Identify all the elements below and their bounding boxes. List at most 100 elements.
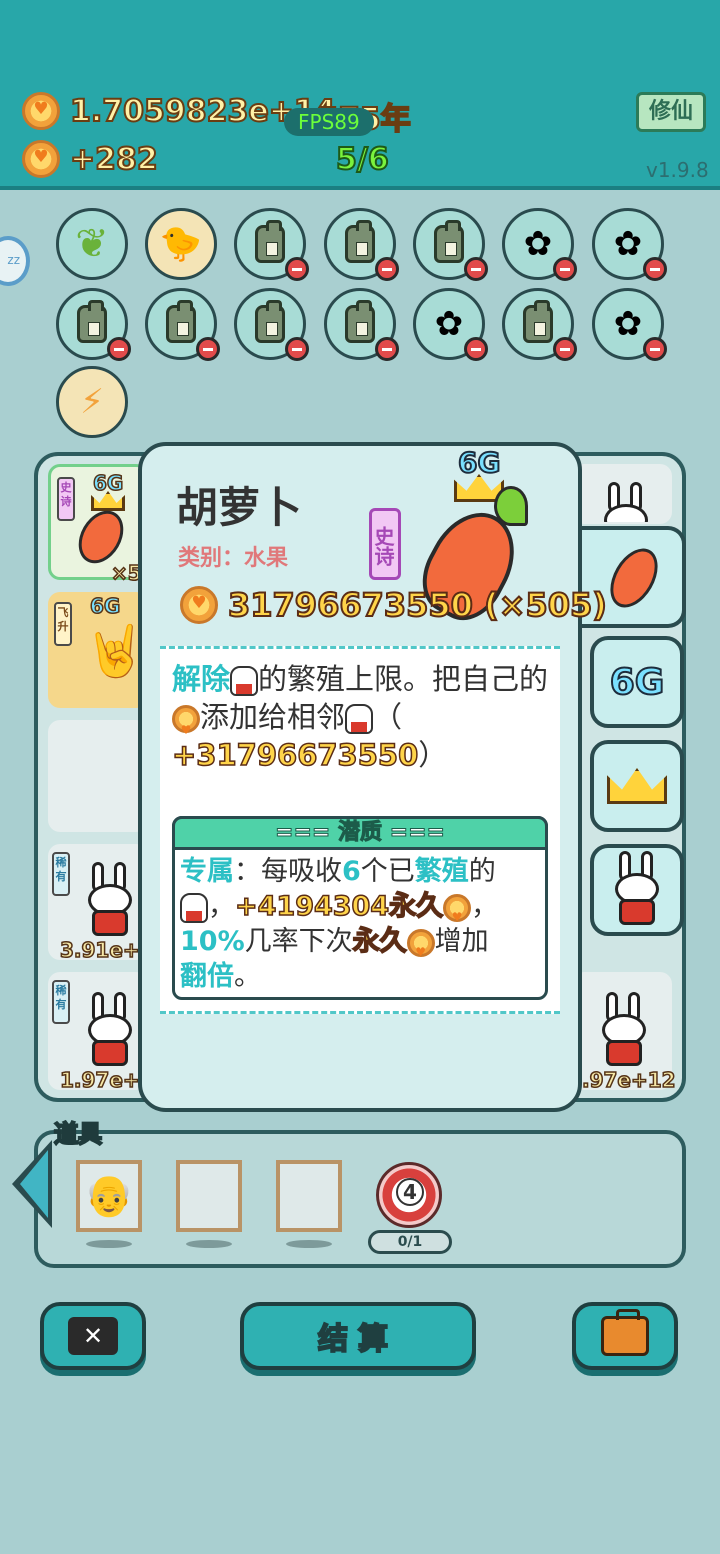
item-leaf[interactable]: ❦ <box>56 208 128 280</box>
crown-icon <box>607 768 667 804</box>
coin-icon <box>22 92 60 130</box>
desc-text: 的繁殖上限。把自己的 <box>258 662 549 696</box>
item-seed-bag[interactable] <box>56 288 131 361</box>
pot-text: ， <box>208 891 235 922</box>
rare-tag: 稀有 <box>52 852 70 896</box>
remove-icon[interactable] <box>643 337 667 361</box>
board-card-rabbit[interactable]: 稀有 1.97e+ <box>48 972 148 1093</box>
item-value: 31796673550 (×505) <box>227 585 608 625</box>
remove-icon[interactable] <box>464 257 488 281</box>
board-card-ascend[interactable]: 飞升 6G 🤘 <box>48 592 148 708</box>
potential-title: === 潜质 === <box>172 816 548 850</box>
board-card-rabbit[interactable]: 稀有 3.91e+ <box>48 844 148 963</box>
desc-value: +31796673550 <box>171 737 419 773</box>
remove-icon[interactable] <box>285 257 309 281</box>
potential-text: 专属：每吸收6个已繁殖的 ，+4194304永久， 10%几率下次永久增加 翻倍… <box>180 854 542 994</box>
remove-icon[interactable] <box>107 337 131 361</box>
pot-text: 的 <box>468 856 496 887</box>
target-number: 4 <box>396 1178 424 1206</box>
coin-icon <box>172 705 200 749</box>
items-label: 道具 <box>53 1119 103 1149</box>
hand-icon: 🤘 <box>84 622 147 680</box>
seed-bag-icon <box>523 300 553 343</box>
item-slot-empty[interactable] <box>176 1160 242 1232</box>
settle-button[interactable]: 结算 <box>240 1302 476 1370</box>
sleep-bubble[interactable]: zz <box>0 236 30 286</box>
item-slot-empty[interactable] <box>276 1160 342 1232</box>
board-card-right[interactable] <box>572 464 672 524</box>
desc-text: ） <box>418 738 448 772</box>
side-tab-crown[interactable] <box>590 740 684 832</box>
item-lightning[interactable]: ⚡ <box>56 366 128 438</box>
close-button[interactable]: ✕ <box>40 1302 146 1370</box>
item-flower-pot[interactable]: ✿ <box>502 208 577 281</box>
pot-text: 。 <box>234 961 261 992</box>
item-seed-bag[interactable] <box>502 288 577 361</box>
cultivation-button[interactable]: 修仙 <box>636 92 706 132</box>
board-card-empty[interactable] <box>48 720 148 832</box>
rabbit-value: .97e+12 <box>581 1067 676 1093</box>
item-seed-bag[interactable] <box>324 288 399 361</box>
remove-icon[interactable] <box>553 337 577 361</box>
rabbit-icon <box>80 992 140 1070</box>
item-seed-bag[interactable] <box>413 208 488 281</box>
item-title: 胡萝卜 <box>176 483 303 532</box>
old-man-icon: 👴 <box>84 1173 134 1219</box>
coins-rate: +282 <box>69 141 159 178</box>
remove-icon[interactable] <box>553 257 577 281</box>
side-tab-rabbit[interactable] <box>590 844 684 936</box>
item-flower-pot[interactable]: ✿ <box>592 288 667 361</box>
board-card-right-rabbit[interactable]: .97e+12 <box>572 972 676 1093</box>
flower-icon: ✿ <box>434 304 464 344</box>
pot-highlight: 10% <box>180 926 245 957</box>
rarity-tag: 史诗 <box>57 477 75 521</box>
coin-icon <box>22 140 60 178</box>
pot-text: ， <box>471 891 499 922</box>
remove-icon[interactable] <box>285 337 309 361</box>
item-seed-bag[interactable] <box>234 208 309 281</box>
rabbit-icon <box>345 704 374 734</box>
leaf-icon: ❦ <box>75 221 109 267</box>
flower-icon: ✿ <box>613 224 643 264</box>
pot-text: 个已 <box>360 856 415 887</box>
seed-bag-icon <box>345 220 375 263</box>
item-flower-pot[interactable]: ✿ <box>413 288 488 361</box>
side-tab-6g[interactable]: 6G <box>590 636 684 728</box>
remove-icon[interactable] <box>375 337 399 361</box>
rarity-badge: 史诗 <box>369 508 401 580</box>
remove-icon[interactable] <box>196 337 220 361</box>
item-flower-pot[interactable]: ✿ <box>592 208 667 281</box>
briefcase-icon <box>601 1309 649 1356</box>
item-chick[interactable]: 🐤 <box>145 208 217 280</box>
desc-text: （ <box>373 700 403 734</box>
version-label: v1.9.8 <box>646 158 709 182</box>
coin-icon <box>406 928 435 970</box>
bag-button[interactable] <box>572 1302 678 1370</box>
item-value-row: 31796673550 (×505) <box>180 585 608 625</box>
rabbit-value: 1.97e+ <box>59 1067 140 1093</box>
rabbit-icon <box>180 892 208 923</box>
item-seed-bag[interactable] <box>324 208 399 281</box>
seed-bag-icon <box>166 300 196 343</box>
item-seed-bag[interactable] <box>234 288 309 361</box>
remove-icon[interactable] <box>375 257 399 281</box>
pot-highlight: 6 <box>342 856 361 887</box>
slot-shadow <box>186 1240 232 1248</box>
lightning-icon: ⚡ <box>80 382 104 422</box>
item-seed-bag[interactable] <box>145 288 220 361</box>
coin-icon <box>180 586 218 624</box>
pot-text: 几率下次 <box>244 926 353 957</box>
fps-counter: FPS89 <box>284 108 374 136</box>
desc-text: 添加给相邻 <box>200 700 346 734</box>
progress-counter: 5/6 <box>335 141 390 178</box>
remove-icon[interactable] <box>643 257 667 281</box>
pot-highlight: 专属 <box>180 856 234 887</box>
item-slot-character[interactable]: 👴 <box>76 1160 142 1232</box>
rabbit-icon <box>230 666 259 696</box>
seed-bag-icon <box>77 300 107 343</box>
item-category: 类别：水果 <box>178 546 289 571</box>
rabbit-icon <box>607 851 667 929</box>
remove-icon[interactable] <box>464 337 488 361</box>
pot-value: +4194304永久 <box>234 890 444 923</box>
board-card-carrot[interactable]: 史诗 6G ×5 <box>48 464 148 586</box>
